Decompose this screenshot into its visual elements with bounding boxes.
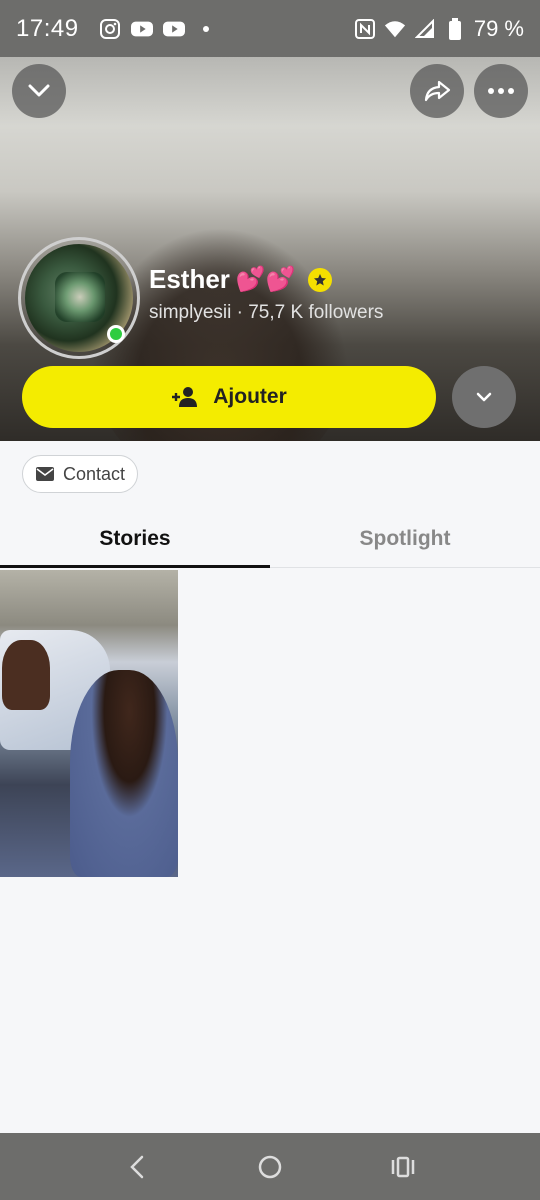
nav-recents-button[interactable] [383, 1147, 423, 1187]
thumbnail-person [70, 670, 178, 877]
tab-spotlight[interactable]: Spotlight [270, 510, 540, 567]
share-button[interactable] [410, 64, 464, 118]
add-button-label: Ajouter [213, 385, 287, 408]
more-icon [488, 88, 514, 94]
status-bar: 17:49 79 % [0, 0, 540, 57]
mail-icon [36, 467, 54, 481]
profile-name: Esther [149, 264, 230, 294]
more-options-button[interactable] [474, 64, 528, 118]
nav-back-button[interactable] [117, 1147, 157, 1187]
star-badge-icon [307, 267, 332, 292]
system-status: 79 % [354, 16, 524, 42]
wifi-icon [384, 18, 406, 40]
nav-home-button[interactable] [250, 1147, 290, 1187]
status-time: 17:49 [16, 14, 79, 42]
profile-name-emoji: 💕💕 [235, 266, 296, 293]
chevron-down-icon [476, 392, 492, 402]
back-icon [129, 1155, 143, 1178]
contact-label: Contact [63, 463, 126, 484]
add-friend-button[interactable]: Ajouter [22, 366, 436, 428]
nfc-icon [354, 18, 376, 40]
system-nav-bar [0, 1133, 540, 1200]
add-user-icon [172, 387, 198, 407]
youtube-icon [162, 18, 185, 40]
signal-icon [414, 18, 436, 40]
instagram-icon [99, 18, 121, 40]
collapse-button[interactable] [12, 64, 66, 118]
recents-icon [392, 1156, 415, 1177]
thumbnail-person [2, 640, 50, 710]
youtube-icon [130, 18, 153, 40]
battery-icon [444, 17, 466, 40]
profile-header: Esther 💕💕 simplyesii · 75,7 K followers … [0, 57, 540, 441]
profile-tabs: Stories Spotlight [0, 510, 540, 568]
home-icon [258, 1155, 282, 1178]
dot-icon [195, 18, 217, 40]
tab-stories[interactable]: Stories [0, 510, 270, 568]
battery-percent: 79 % [473, 15, 524, 41]
notification-icons [99, 18, 217, 40]
story-thumbnail[interactable] [0, 570, 178, 877]
profile-name-row: Esther 💕💕 [149, 264, 332, 295]
profile-subline: simplyesii · 75,7 K followers [149, 302, 384, 323]
contact-button[interactable]: Contact [22, 455, 139, 493]
online-indicator [107, 325, 125, 343]
expand-actions-button[interactable] [452, 366, 516, 428]
share-icon [424, 80, 451, 102]
chevron-down-icon [28, 84, 50, 97]
